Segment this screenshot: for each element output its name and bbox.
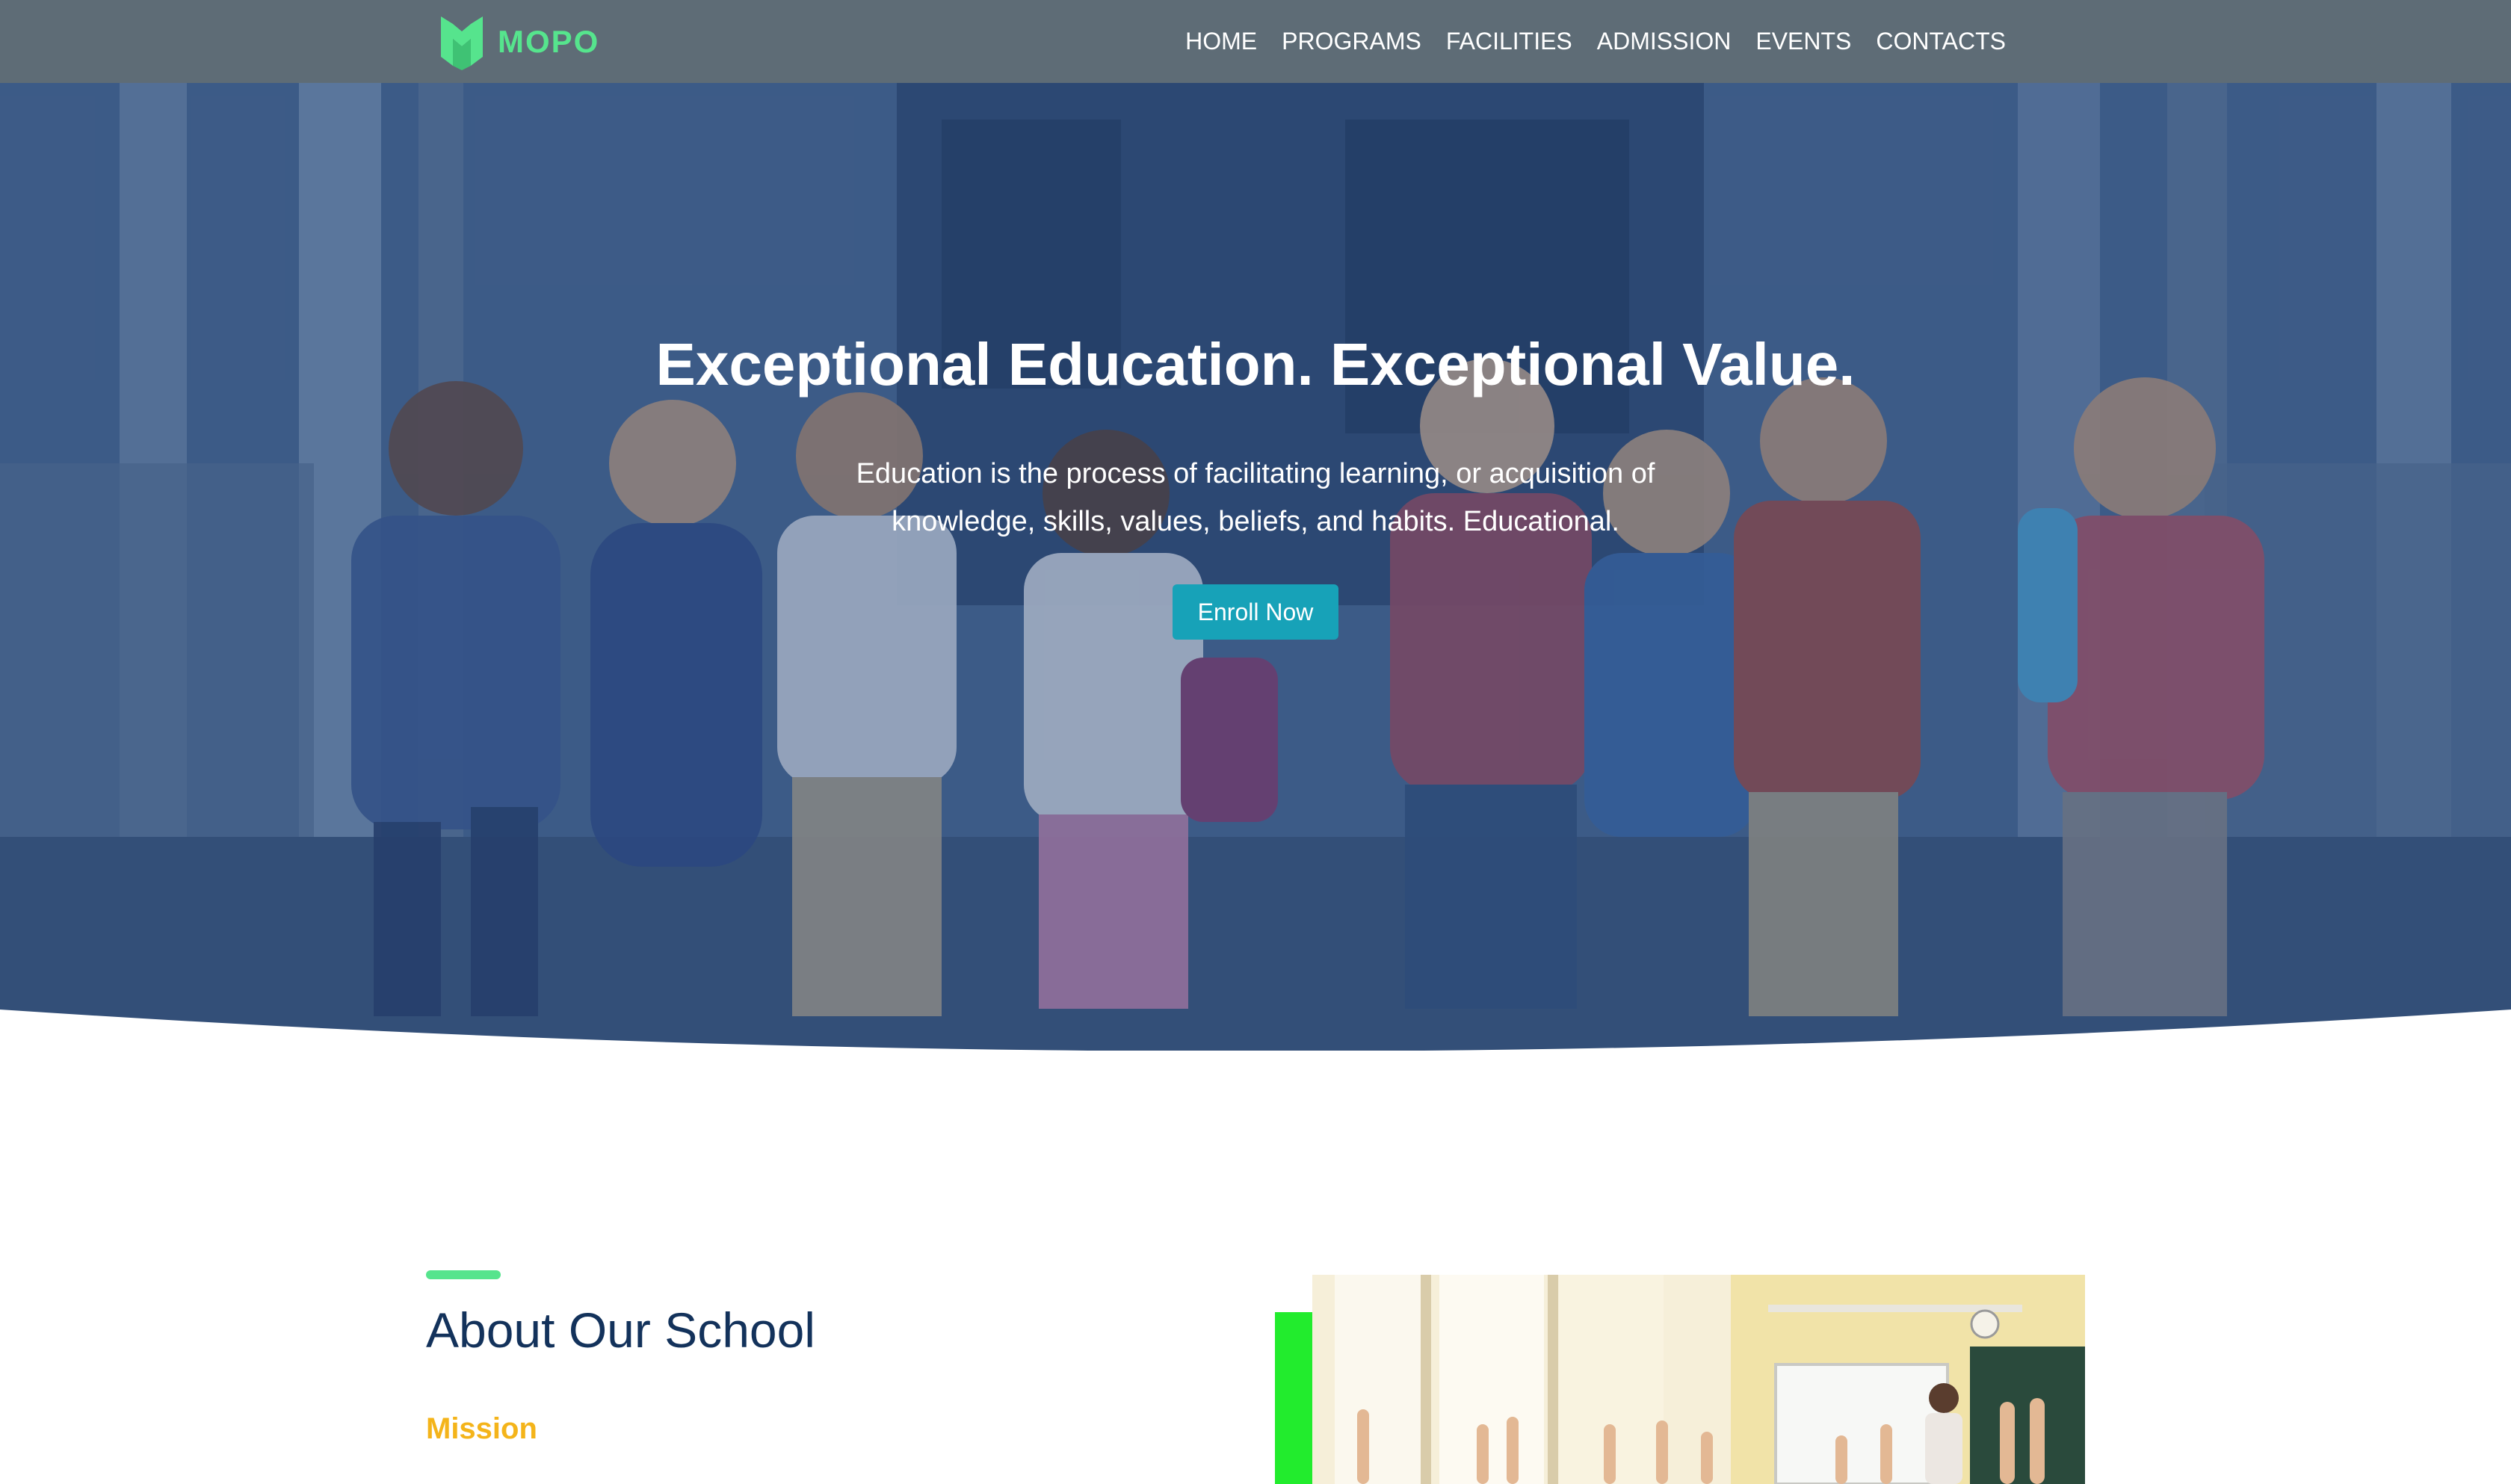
section-accent-bar <box>426 1270 501 1279</box>
nav-item-admission[interactable]: ADMISSION <box>1597 28 1732 55</box>
hero-section: Exceptional Education. Exceptional Value… <box>0 0 2511 1051</box>
hero-bottom-curve <box>0 1010 2511 1051</box>
nav-item-programs[interactable]: PROGRAMS <box>1282 28 1421 55</box>
nav-item-facilities[interactable]: FACILITIES <box>1446 28 1572 55</box>
mission-heading: Mission <box>426 1412 537 1445</box>
nav-item-events[interactable]: EVENTS <box>1755 28 1851 55</box>
nav-item-home[interactable]: HOME <box>1185 28 1257 55</box>
enroll-now-button[interactable]: Enroll Now <box>1172 584 1339 640</box>
photo-accent-bar <box>1275 1312 1312 1484</box>
hero-subtitle: Education is the process of facilitating… <box>856 458 1655 537</box>
nav-item-contacts[interactable]: CONTACTS <box>1876 28 2006 55</box>
brand-name: MOPO <box>498 24 600 59</box>
top-navbar: MOPO HOME PROGRAMS FACILITIES ADMISSION … <box>0 0 2511 83</box>
hero-title: Exceptional Education. Exceptional Value… <box>655 331 1856 398</box>
hero-content: Exceptional Education. Exceptional Value… <box>0 329 2511 640</box>
about-title: About Our School <box>426 1302 815 1358</box>
classroom-image <box>1312 1275 2085 1484</box>
brand[interactable]: MOPO <box>438 13 599 70</box>
m-shield-logo-icon <box>441 16 483 70</box>
main-nav: HOME PROGRAMS FACILITIES ADMISSION EVENT… <box>1185 0 2006 83</box>
